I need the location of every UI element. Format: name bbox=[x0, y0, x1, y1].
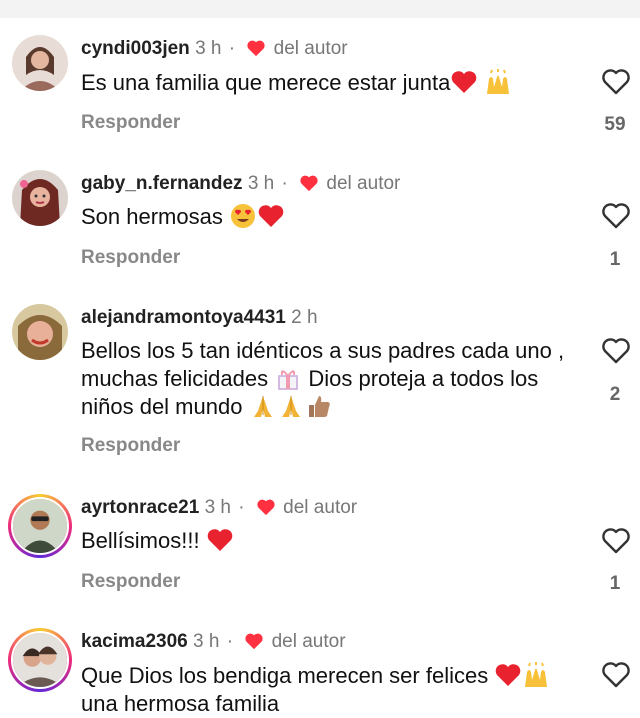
comment-meta: kacima2306 3 h · del autor bbox=[81, 631, 346, 653]
username[interactable]: kacima2306 bbox=[81, 631, 188, 652]
heart-outline-icon[interactable] bbox=[601, 202, 631, 230]
timestamp: 3 h bbox=[204, 497, 231, 518]
heart-outline-icon[interactable] bbox=[601, 661, 631, 689]
username[interactable]: ayrtonrace21 bbox=[81, 497, 199, 518]
comment-text: Es una familia que merece estar junta bbox=[81, 69, 576, 97]
like-count: 2 bbox=[609, 384, 621, 405]
heart-outline-icon[interactable] bbox=[601, 68, 631, 96]
username[interactable]: gaby_n.fernandez bbox=[81, 173, 243, 194]
heart-outline-icon[interactable] bbox=[601, 337, 631, 365]
red-heart-icon bbox=[245, 633, 263, 650]
separator: · bbox=[228, 38, 236, 59]
timestamp: 2 h bbox=[291, 307, 318, 328]
raising-hands-emoji-icon bbox=[525, 662, 548, 687]
author-liked-label: del autor bbox=[273, 38, 348, 59]
top-status-strip bbox=[0, 0, 640, 18]
author-liked-label: del autor bbox=[326, 173, 401, 194]
comment-text: Que Dios los bendiga merecen ser felices… bbox=[81, 662, 576, 718]
folded-hands-emoji-icon bbox=[281, 396, 300, 417]
comment-text: Son hermosas bbox=[81, 203, 576, 231]
folded-hands-emoji-icon bbox=[253, 396, 272, 417]
comment-text-content-continued: una hermosa familia bbox=[81, 691, 280, 716]
heart-eyes-emoji-icon bbox=[230, 204, 255, 228]
gift-emoji-icon bbox=[278, 370, 298, 390]
timestamp: 3 h bbox=[195, 38, 222, 59]
author-liked-label: del autor bbox=[283, 497, 358, 518]
red-heart-emoji-icon bbox=[496, 664, 521, 686]
red-heart-icon bbox=[257, 499, 275, 516]
avatar-with-story-ring[interactable] bbox=[8, 494, 72, 558]
reply-button[interactable]: Responder bbox=[81, 435, 180, 457]
comment-meta: gaby_n.fernandez 3 h · del autor bbox=[81, 173, 400, 195]
comment-meta: cyndi003jen 3 h · del autor bbox=[81, 38, 348, 60]
red-heart-icon bbox=[300, 175, 318, 192]
separator: · bbox=[281, 173, 288, 194]
username[interactable]: cyndi003jen bbox=[81, 38, 190, 59]
comment-text-content: Bellísimos!!! bbox=[81, 528, 200, 553]
separator: · bbox=[226, 631, 234, 652]
red-heart-emoji-icon bbox=[452, 71, 477, 93]
comment-text: Bellísimos!!! bbox=[81, 527, 576, 555]
separator: · bbox=[238, 497, 245, 518]
red-heart-emoji-icon bbox=[207, 529, 233, 551]
like-count: 1 bbox=[609, 573, 621, 594]
avatar[interactable] bbox=[12, 35, 68, 91]
avatar-with-story-ring[interactable] bbox=[8, 628, 72, 692]
reply-button[interactable]: Responder bbox=[81, 247, 180, 269]
avatar[interactable] bbox=[12, 304, 68, 360]
comment-meta: alejandramontoya4431 2 h bbox=[81, 307, 318, 329]
comment-text: Bellos los 5 tan idénticos a sus padres … bbox=[81, 337, 576, 421]
timestamp: 3 h bbox=[247, 173, 275, 194]
comment-text-content: Son hermosas bbox=[81, 204, 223, 229]
comment-meta: ayrtonrace21 3 h · del autor bbox=[81, 497, 357, 519]
avatar[interactable] bbox=[12, 170, 68, 226]
username[interactable]: alejandramontoya4431 bbox=[81, 307, 286, 328]
reply-button[interactable]: Responder bbox=[81, 112, 180, 134]
reply-button[interactable]: Responder bbox=[81, 571, 180, 593]
red-heart-icon bbox=[247, 40, 265, 57]
comment-text-content: Es una familia que merece estar junta bbox=[81, 70, 451, 95]
like-count: 59 bbox=[604, 114, 626, 135]
timestamp: 3 h bbox=[193, 631, 220, 652]
red-heart-emoji-icon bbox=[258, 205, 284, 227]
thumbs-up-emoji-icon bbox=[308, 396, 330, 417]
raising-hands-emoji-icon bbox=[487, 69, 510, 94]
author-liked-label: del autor bbox=[271, 631, 346, 652]
comment-text-content: Que Dios los bendiga merecen ser felices bbox=[81, 663, 489, 688]
heart-outline-icon[interactable] bbox=[601, 527, 631, 555]
like-count: 1 bbox=[609, 249, 621, 270]
